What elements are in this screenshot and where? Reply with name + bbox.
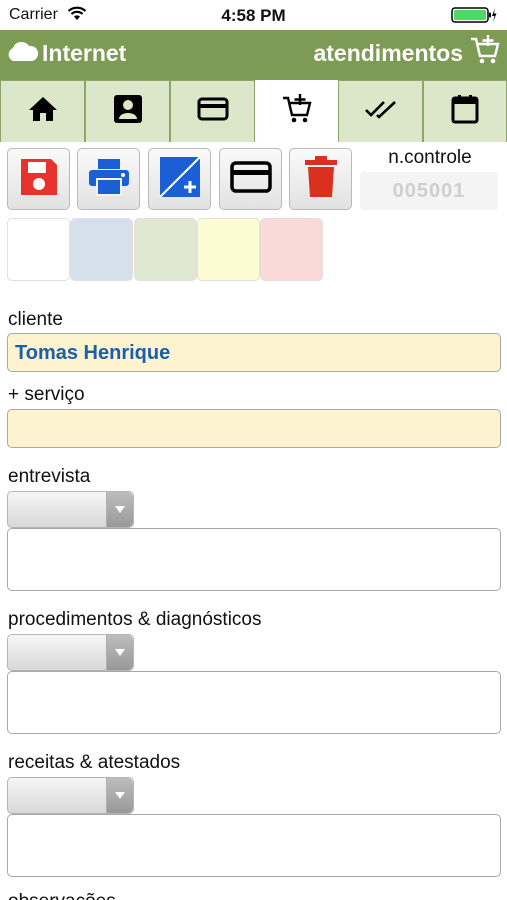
calendar-icon [451,94,479,129]
tab-clients[interactable] [85,80,170,142]
client-field[interactable]: Tomas Henrique [7,333,501,372]
edit-add-button[interactable] [148,148,211,210]
procedures-textarea[interactable] [7,671,501,734]
battery-icon [451,6,497,29]
delete-button[interactable] [289,148,352,210]
color-swatch-blue[interactable] [70,218,133,281]
credit-card-icon [197,97,229,126]
cloud-icon [5,41,39,68]
client-label: cliente [8,309,63,330]
save-button[interactable] [7,148,70,210]
cart-add-icon[interactable] [469,34,501,71]
home-icon [28,95,58,128]
app-header: Internet atendimentos [0,30,507,78]
procedures-label: procedimentos & diagnósticos [8,609,262,630]
double-check-icon [364,99,398,124]
trash-icon [304,155,338,203]
tab-home[interactable] [0,80,85,142]
control-number-field[interactable]: 005001 [360,172,498,210]
interview-select[interactable] [7,491,134,528]
interview-textarea[interactable] [7,528,501,591]
chevron-down-icon [106,492,133,527]
tab-calendar[interactable] [423,80,507,142]
connection-status: Internet [42,40,127,66]
save-icon [18,156,60,203]
cart-add-icon [281,93,313,130]
edit-add-icon [158,155,202,204]
chevron-down-icon [106,778,133,813]
credit-card-icon [229,160,272,198]
observations-label: observações [8,891,116,900]
tab-payments[interactable] [170,80,255,142]
service-field[interactable] [7,409,501,448]
service-label: + serviço [8,384,85,405]
color-swatch-red[interactable] [260,218,323,281]
color-swatch-yellow[interactable] [197,218,260,281]
print-button[interactable] [77,148,140,210]
payment-button[interactable] [219,148,282,210]
screen-title: atendimentos [313,40,463,66]
prescriptions-textarea[interactable] [7,814,501,877]
contact-card-icon [113,94,143,129]
procedures-select[interactable] [7,634,134,671]
prescriptions-label: receitas & atestados [8,752,181,773]
chevron-down-icon [106,635,133,670]
color-swatch-white[interactable] [7,218,70,281]
control-number-label: n.controle [388,147,472,168]
tab-bar [0,78,507,142]
client-value: Tomas Henrique [15,342,171,364]
tab-completed[interactable] [338,80,423,142]
interview-label: entrevista [8,466,91,487]
color-swatch-green[interactable] [134,218,197,281]
tab-appointments[interactable] [255,80,338,142]
prescriptions-select[interactable] [7,777,134,814]
clock: 4:58 PM [221,6,286,25]
status-bar: Carrier 4:58 PM [0,0,507,30]
print-icon [87,157,131,202]
